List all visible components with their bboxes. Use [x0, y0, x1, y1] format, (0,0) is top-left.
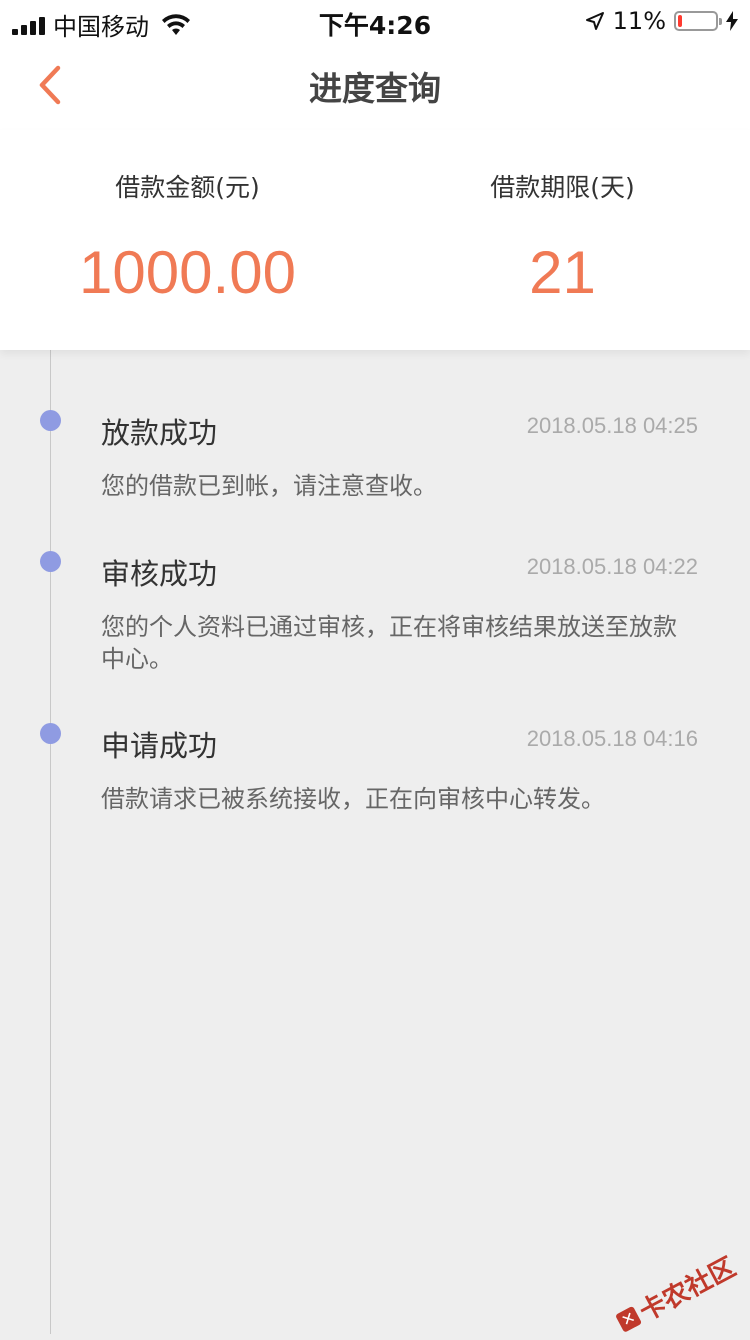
timeline-item-title: 申请成功	[101, 729, 218, 763]
watermark-icon: ✕	[614, 1305, 642, 1333]
loan-amount-block: 借款金额(元) 1000.00	[0, 168, 375, 307]
battery-percent: 11%	[612, 7, 666, 35]
timeline-item-desc: 您的个人资料已通过审核，正在将审核结果放送至放款中心。	[101, 613, 677, 673]
loan-summary-card: 借款金额(元) 1000.00 借款期限(天) 21	[0, 130, 750, 350]
nav-bar: 进度查询	[0, 40, 750, 130]
timeline-item-desc: 您的借款已到帐，请注意查收。	[101, 472, 437, 500]
watermark-text: 卡农社区	[634, 1252, 741, 1328]
timeline-item-title: 放款成功	[101, 416, 218, 450]
timeline-item-time: 2018.05.18 04:16	[526, 726, 698, 751]
loan-amount-label: 借款金额(元)	[115, 173, 260, 202]
loan-term-value: 21	[529, 239, 596, 306]
timeline-item-time: 2018.05.18 04:25	[526, 413, 698, 438]
charging-bolt-icon	[726, 11, 738, 31]
timeline-dot	[40, 410, 61, 431]
battery-icon	[674, 11, 722, 31]
loan-term-block: 借款期限(天) 21	[375, 168, 750, 307]
status-bar: 中国移动 下午4:26 11%	[0, 0, 750, 41]
watermark-logo: ✕ 卡农社区	[611, 1247, 741, 1340]
timeline-item-time: 2018.05.18 04:22	[526, 554, 698, 579]
timeline-item-title: 审核成功	[101, 557, 218, 591]
loan-term-label: 借款期限(天)	[490, 173, 635, 202]
page-title: 进度查询	[309, 69, 441, 108]
timeline-dot	[40, 551, 61, 572]
timeline-item-desc: 借款请求已被系统接收，正在向审核中心转发。	[101, 785, 605, 813]
loan-amount-value: 1000.00	[79, 239, 296, 306]
timeline-line	[50, 350, 51, 1334]
status-right: 11%	[585, 7, 738, 35]
location-arrow-icon	[585, 12, 604, 30]
timeline-dot	[40, 723, 61, 744]
battery-level-fill	[678, 15, 682, 27]
